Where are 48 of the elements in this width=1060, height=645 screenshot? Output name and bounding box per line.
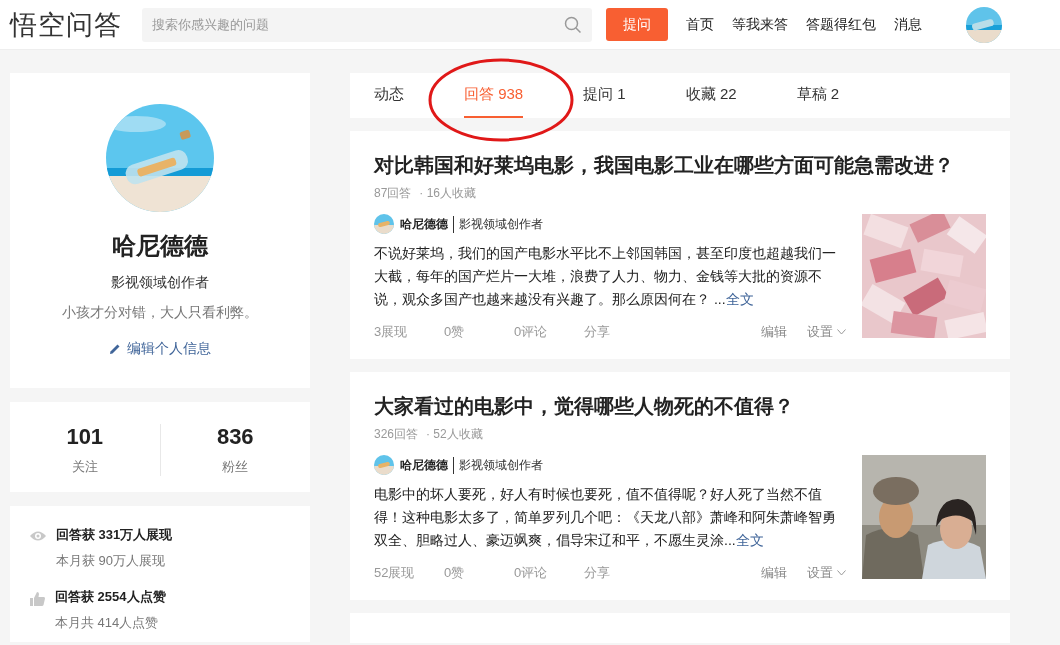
read-more-link[interactable]: 全文	[725, 291, 754, 307]
question-title[interactable]: 大家看过的电影中，觉得哪些人物死的不值得？	[374, 392, 986, 420]
achievement-month: 本月共 414人点赞	[55, 614, 160, 632]
author-title: 影视领域创作者	[458, 215, 543, 233]
edit-profile-link[interactable]: 编辑个人信息	[109, 340, 211, 358]
profile-title: 影视领域创作者	[111, 274, 209, 292]
achievement-total: 回答获 331万人展现	[56, 526, 173, 544]
profile-motto: 小孩才分对错，大人只看利弊。	[62, 304, 258, 322]
author-name[interactable]: 哈尼德德	[400, 215, 454, 233]
thumbs-up-icon	[30, 592, 45, 606]
answer-count: 326回答	[374, 426, 419, 443]
achievement-month: 本月获 90万人展现	[56, 552, 167, 570]
read-more-link[interactable]: 全文	[735, 532, 764, 548]
logo[interactable]: 悟空问答	[10, 6, 132, 43]
author-name[interactable]: 哈尼德德	[400, 456, 454, 474]
answer-count: 87回答	[374, 185, 412, 202]
settings-dropdown[interactable]: 设置	[807, 564, 846, 582]
search-icon[interactable]	[564, 15, 582, 34]
eye-icon	[30, 530, 46, 542]
question-title[interactable]: 对比韩国和好莱坞电影，我国电影工业在哪些方面可能急需改进？	[374, 151, 986, 179]
nav-link[interactable]: 等我来答	[732, 15, 788, 34]
chevron-down-icon	[837, 329, 846, 335]
stat-label[interactable]: 粉丝	[160, 458, 310, 476]
stat-value[interactable]: 836	[160, 424, 310, 450]
tab[interactable]: 草稿 2	[796, 73, 840, 118]
pencil-icon	[109, 343, 121, 355]
nav-link[interactable]: 答题得红包	[806, 15, 876, 34]
tab[interactable]: 提问 1	[583, 73, 626, 118]
view-count: 3展现	[374, 323, 409, 341]
chevron-down-icon	[837, 570, 846, 576]
tab[interactable]: 动态	[374, 73, 404, 118]
achievement-total: 回答获 2554人点赞	[55, 588, 166, 606]
author-title: 影视领域创作者	[458, 456, 543, 474]
settings-dropdown[interactable]: 设置	[807, 323, 846, 341]
tab[interactable]: 收藏 22	[685, 73, 737, 118]
favorite-count: · 52人收藏	[426, 426, 483, 443]
nav-link[interactable]: 首页	[686, 15, 714, 34]
profile-name: 哈尼德德	[112, 231, 208, 261]
favorite-count: · 16人收藏	[419, 185, 477, 202]
search-field[interactable]: 搜索你感兴趣的问题	[142, 7, 592, 42]
view-count: 52展现	[374, 564, 416, 582]
answer-excerpt: 电影中的坏人要死，好人有时候也要死，值不值得呢？好人死了当然不值得！这种电影太多了，简单罗列几个吧：《天龙八部》萧峰和阿朱萧峰智勇双全、胆略过人、豪迈飒爽，倡导宋辽和平，不愿生灵涂...全文	[374, 485, 837, 550]
nav-link[interactable]: 消息	[894, 15, 922, 34]
edit-link[interactable]: 编辑	[761, 564, 787, 582]
answer-excerpt: 不说好莱坞，我们的国产电影水平比不上邻国韩国，甚至印度也超越我们一大截，每年的国产烂片一大堆，浪费了人力、物力、金钱等大批的资源不说，观众多国产也越来越没有兴趣了。那么原因何在？ ...全文	[374, 244, 837, 309]
edit-link[interactable]: 编辑	[761, 323, 787, 341]
stat-label[interactable]: 关注	[10, 458, 160, 476]
stat-value[interactable]: 101	[10, 424, 160, 450]
